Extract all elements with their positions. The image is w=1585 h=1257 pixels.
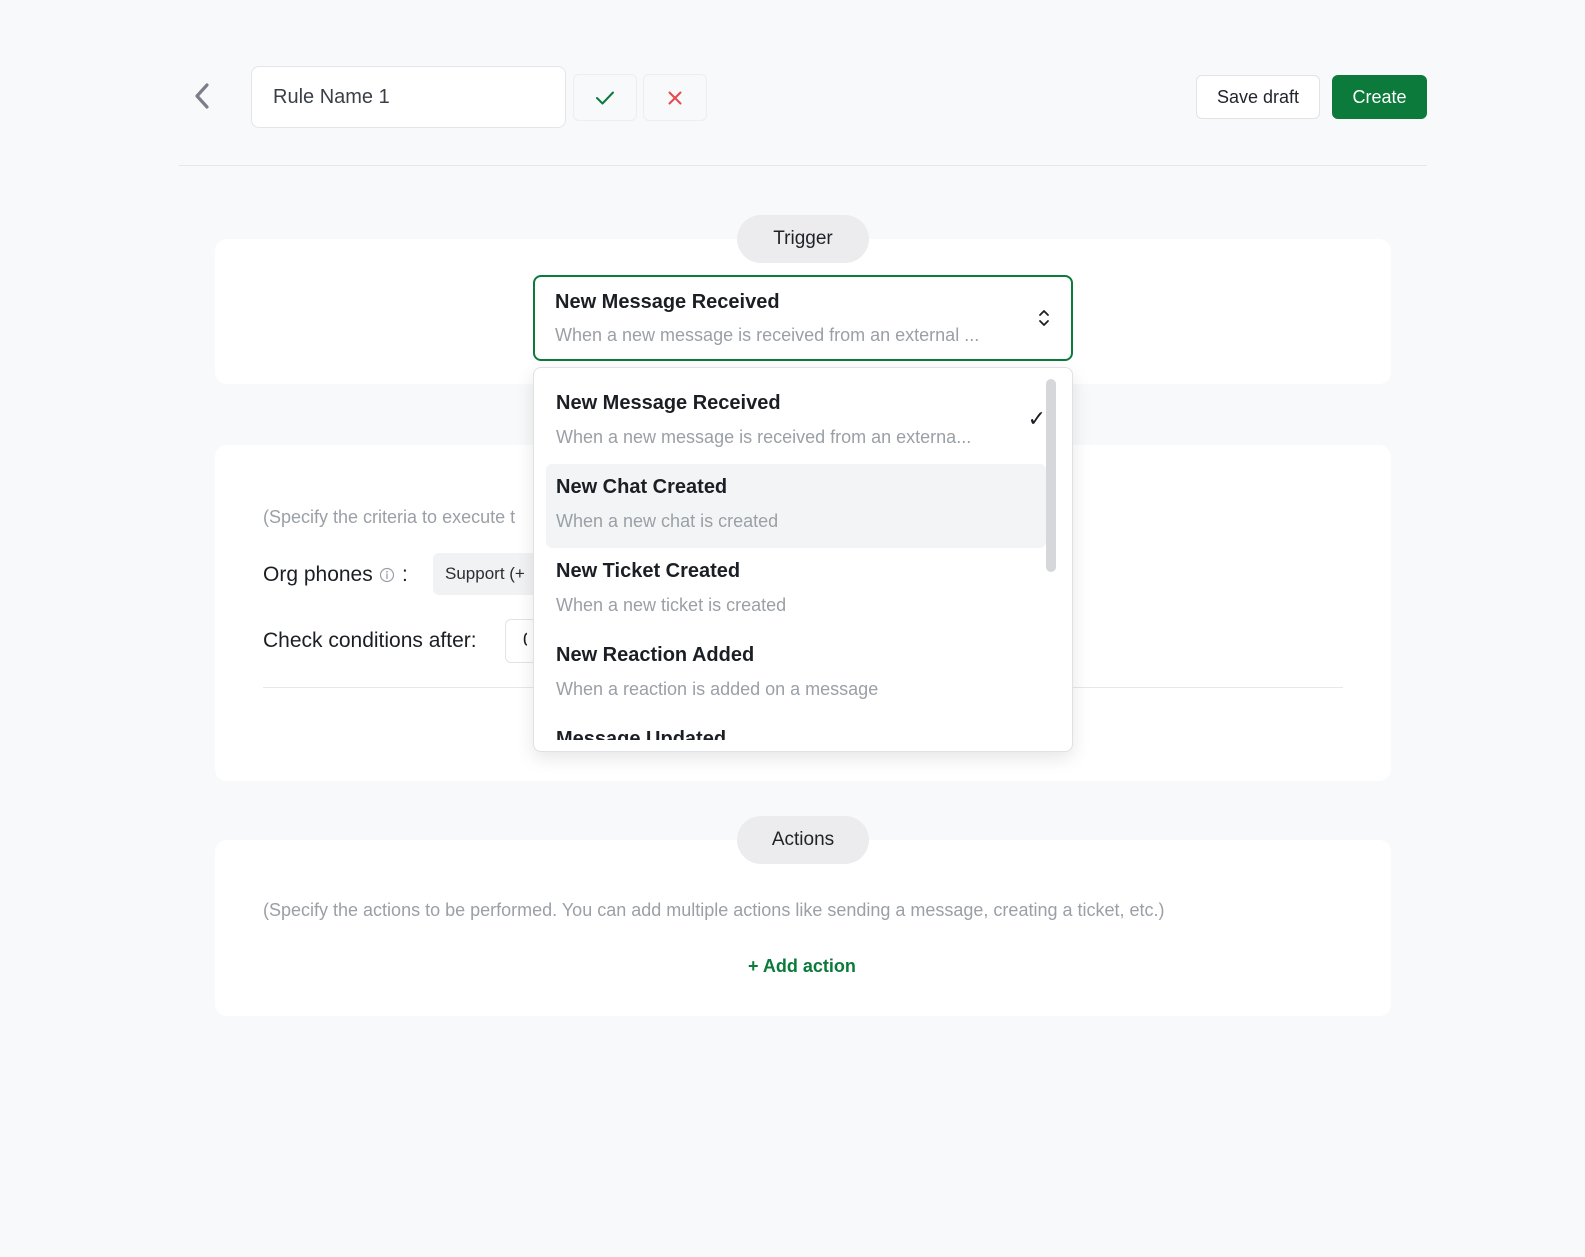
actions-section-label: Actions xyxy=(737,816,869,864)
trigger-option-message-updated[interactable]: Message Updated xyxy=(546,716,1046,740)
option-title: New Chat Created xyxy=(556,476,728,498)
trigger-select-title: New Message Received xyxy=(555,291,780,313)
selected-check-icon: ✓ xyxy=(1027,406,1046,431)
org-phones-colon: : xyxy=(402,563,408,586)
option-description: When a new ticket is created xyxy=(556,595,787,615)
option-title: New Message Received xyxy=(556,392,781,414)
chevron-up-down-icon xyxy=(1039,310,1049,326)
cancel-name-button[interactable] xyxy=(643,74,707,121)
org-phones-label: Org phones xyxy=(263,563,373,586)
option-title: New Ticket Created xyxy=(556,560,741,582)
trigger-option-new-message-received[interactable]: New Message Received When a new message … xyxy=(546,380,1046,464)
header-divider xyxy=(179,165,1427,166)
trigger-select[interactable]: New Message Received When a new message … xyxy=(533,275,1073,361)
create-button[interactable]: Create xyxy=(1332,75,1427,119)
option-description: When a new message is received from an e… xyxy=(556,427,972,447)
actions-card xyxy=(215,840,1391,1016)
option-title: New Reaction Added xyxy=(556,644,755,666)
confirm-name-button[interactable] xyxy=(573,74,637,121)
trigger-option-new-reaction-added[interactable]: New Reaction Added When a reaction is ad… xyxy=(546,632,1046,716)
trigger-select-description: When a new message is received from an e… xyxy=(555,325,980,345)
top-bar: Save draft Create xyxy=(0,0,1585,166)
check-icon xyxy=(596,91,614,104)
conditions-hint: (Specify the criteria to execute t xyxy=(263,507,516,527)
trigger-option-new-ticket-created[interactable]: New Ticket Created When a new ticket is … xyxy=(546,548,1046,632)
chevron-left-icon xyxy=(195,83,209,109)
option-description: When a new chat is created xyxy=(556,511,779,531)
back-button[interactable] xyxy=(186,78,218,114)
add-action-button[interactable]: + Add action xyxy=(748,956,856,977)
option-title: Message Updated xyxy=(556,728,727,740)
actions-hint: (Specify the actions to be performed. Yo… xyxy=(263,900,1165,920)
trigger-dropdown: New Message Received When a new message … xyxy=(533,367,1073,752)
org-phone-chip[interactable]: Support (+ xyxy=(433,553,543,595)
rule-name-input[interactable] xyxy=(251,66,566,128)
trigger-option-new-chat-created[interactable]: New Chat Created When a new chat is crea… xyxy=(546,464,1046,548)
trigger-options-list: New Message Received When a new message … xyxy=(546,380,1046,740)
check-conditions-label: Check conditions after: xyxy=(263,629,477,652)
option-description: When a reaction is added on a message xyxy=(556,679,879,699)
dropdown-scrollbar[interactable] xyxy=(1046,379,1056,572)
close-icon xyxy=(668,91,682,104)
save-draft-button[interactable]: Save draft xyxy=(1196,75,1320,119)
info-icon[interactable] xyxy=(379,567,395,583)
trigger-section-label: Trigger xyxy=(737,215,869,263)
